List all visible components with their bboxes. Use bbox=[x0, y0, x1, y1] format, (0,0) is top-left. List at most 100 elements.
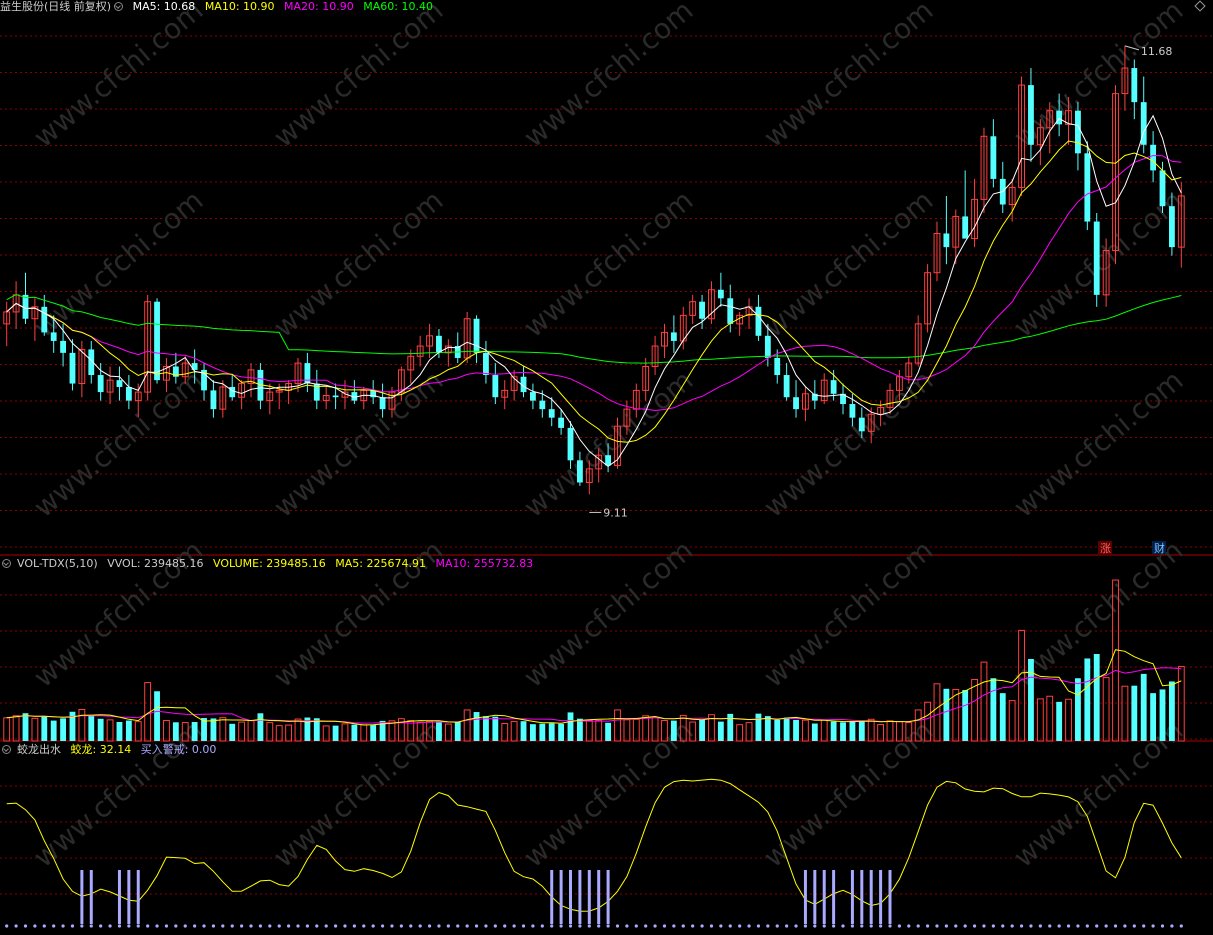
alert-dot bbox=[456, 924, 460, 928]
volume-bar bbox=[745, 722, 753, 742]
volume-bar bbox=[501, 723, 509, 742]
volume-bar bbox=[22, 713, 29, 741]
candle-body bbox=[764, 335, 771, 358]
alert-dot bbox=[550, 924, 554, 928]
alert-dot bbox=[42, 924, 46, 928]
low-price-label: 9.11 bbox=[603, 506, 628, 519]
alert-dot bbox=[1019, 924, 1024, 928]
volume-bar bbox=[210, 718, 217, 741]
alert-dot bbox=[1048, 924, 1052, 928]
volume-bar bbox=[858, 721, 865, 741]
alert-dot bbox=[80, 924, 84, 928]
alert-dot bbox=[925, 924, 930, 928]
volume-bar bbox=[585, 720, 593, 742]
volume-bar bbox=[172, 722, 179, 741]
volume-bar bbox=[41, 715, 48, 741]
alert-dot bbox=[991, 924, 995, 928]
alert-dot bbox=[860, 924, 864, 928]
marker-cai-label: 财 bbox=[1154, 541, 1165, 555]
alert-dot bbox=[23, 924, 28, 928]
volume-bar bbox=[266, 722, 274, 742]
candle-body bbox=[116, 380, 123, 387]
volume-bar bbox=[558, 723, 565, 741]
candle-body bbox=[943, 233, 950, 248]
volume-bar bbox=[699, 719, 705, 741]
alert-dot bbox=[503, 924, 507, 928]
volume-bar bbox=[1056, 701, 1063, 741]
alert-dot bbox=[418, 924, 422, 928]
volume-bar bbox=[463, 709, 471, 742]
alert-dot bbox=[14, 924, 18, 928]
volume-bar bbox=[370, 725, 377, 741]
alert-dot bbox=[136, 924, 140, 928]
watermark-text: www.cfchi.com bbox=[267, 0, 449, 154]
alert-dot bbox=[540, 924, 544, 928]
alert-dot bbox=[822, 924, 826, 928]
alert-dot bbox=[803, 924, 808, 928]
alert-dot bbox=[691, 924, 695, 928]
alert-dot bbox=[493, 924, 497, 928]
volume-bar bbox=[31, 717, 39, 742]
volume-bar bbox=[605, 722, 612, 741]
alert-dot bbox=[982, 924, 986, 928]
candle-body bbox=[60, 340, 66, 353]
candle-body bbox=[605, 455, 612, 466]
volume-bar bbox=[774, 719, 781, 741]
volume-bar bbox=[830, 721, 837, 741]
signal-toggle-icon[interactable] bbox=[2, 745, 11, 754]
alert-dot bbox=[1104, 924, 1108, 928]
alert-dot bbox=[625, 924, 629, 928]
alert-dot bbox=[512, 924, 516, 928]
alert-dot bbox=[568, 924, 573, 928]
alert-dot bbox=[221, 924, 225, 928]
signal-panel-header: 蛟龙出水 蛟龙: 32.14 买入警戒: 0.00 bbox=[0, 743, 222, 757]
candle-body bbox=[670, 332, 677, 341]
volume-bar bbox=[980, 661, 988, 742]
volume-bar bbox=[1065, 698, 1072, 742]
alert-dot bbox=[324, 924, 328, 928]
ma10-label: MA10: 10.90 bbox=[204, 0, 275, 13]
volume-bar bbox=[990, 678, 997, 741]
volume-bar bbox=[454, 721, 461, 741]
volume-bar bbox=[116, 721, 123, 741]
volume-toggle-icon[interactable] bbox=[2, 559, 11, 568]
candle-body bbox=[699, 301, 705, 319]
alert-dot bbox=[888, 924, 892, 928]
volume-bar bbox=[567, 712, 574, 741]
alert-dot bbox=[52, 924, 56, 928]
volume-ma5-label: MA5: 225674.91 bbox=[335, 557, 426, 570]
settings-toggle-icon[interactable] bbox=[114, 2, 124, 11]
alert-dot bbox=[578, 924, 582, 928]
volume-bar bbox=[1093, 653, 1100, 741]
alert-dot bbox=[944, 924, 948, 928]
volume-bar bbox=[1159, 689, 1166, 741]
candle-body bbox=[830, 380, 837, 394]
watermark-text: www.cfchi.com bbox=[27, 0, 209, 154]
alert-dot bbox=[61, 924, 65, 928]
volume-bar bbox=[783, 717, 790, 741]
candle-body bbox=[22, 294, 29, 319]
volume-bar bbox=[933, 683, 941, 742]
volume-bar bbox=[632, 718, 640, 742]
high-price-label: 11.68 bbox=[1141, 45, 1173, 58]
volume-bar bbox=[614, 709, 621, 742]
volume-bar bbox=[1131, 685, 1138, 741]
volume-bar bbox=[191, 721, 198, 741]
volume-ma10-label: MA10: 255732.83 bbox=[435, 557, 534, 570]
volume-bar bbox=[952, 689, 960, 742]
candle-body bbox=[97, 375, 104, 393]
volume-bar bbox=[106, 719, 114, 742]
watermark-text: www.cfchi.com bbox=[757, 0, 939, 154]
alert-dot bbox=[681, 924, 685, 928]
candle-body bbox=[727, 298, 734, 324]
alert-dot bbox=[709, 924, 714, 928]
volume-bar bbox=[134, 721, 142, 742]
candle-body bbox=[1150, 144, 1157, 171]
candle-body bbox=[1131, 68, 1138, 103]
alert-dot bbox=[5, 924, 9, 928]
volume-bar bbox=[576, 718, 583, 741]
alert-dot bbox=[249, 924, 253, 928]
alert-dot bbox=[211, 924, 216, 928]
alert-dot bbox=[108, 924, 112, 928]
volume-bar bbox=[3, 717, 11, 742]
